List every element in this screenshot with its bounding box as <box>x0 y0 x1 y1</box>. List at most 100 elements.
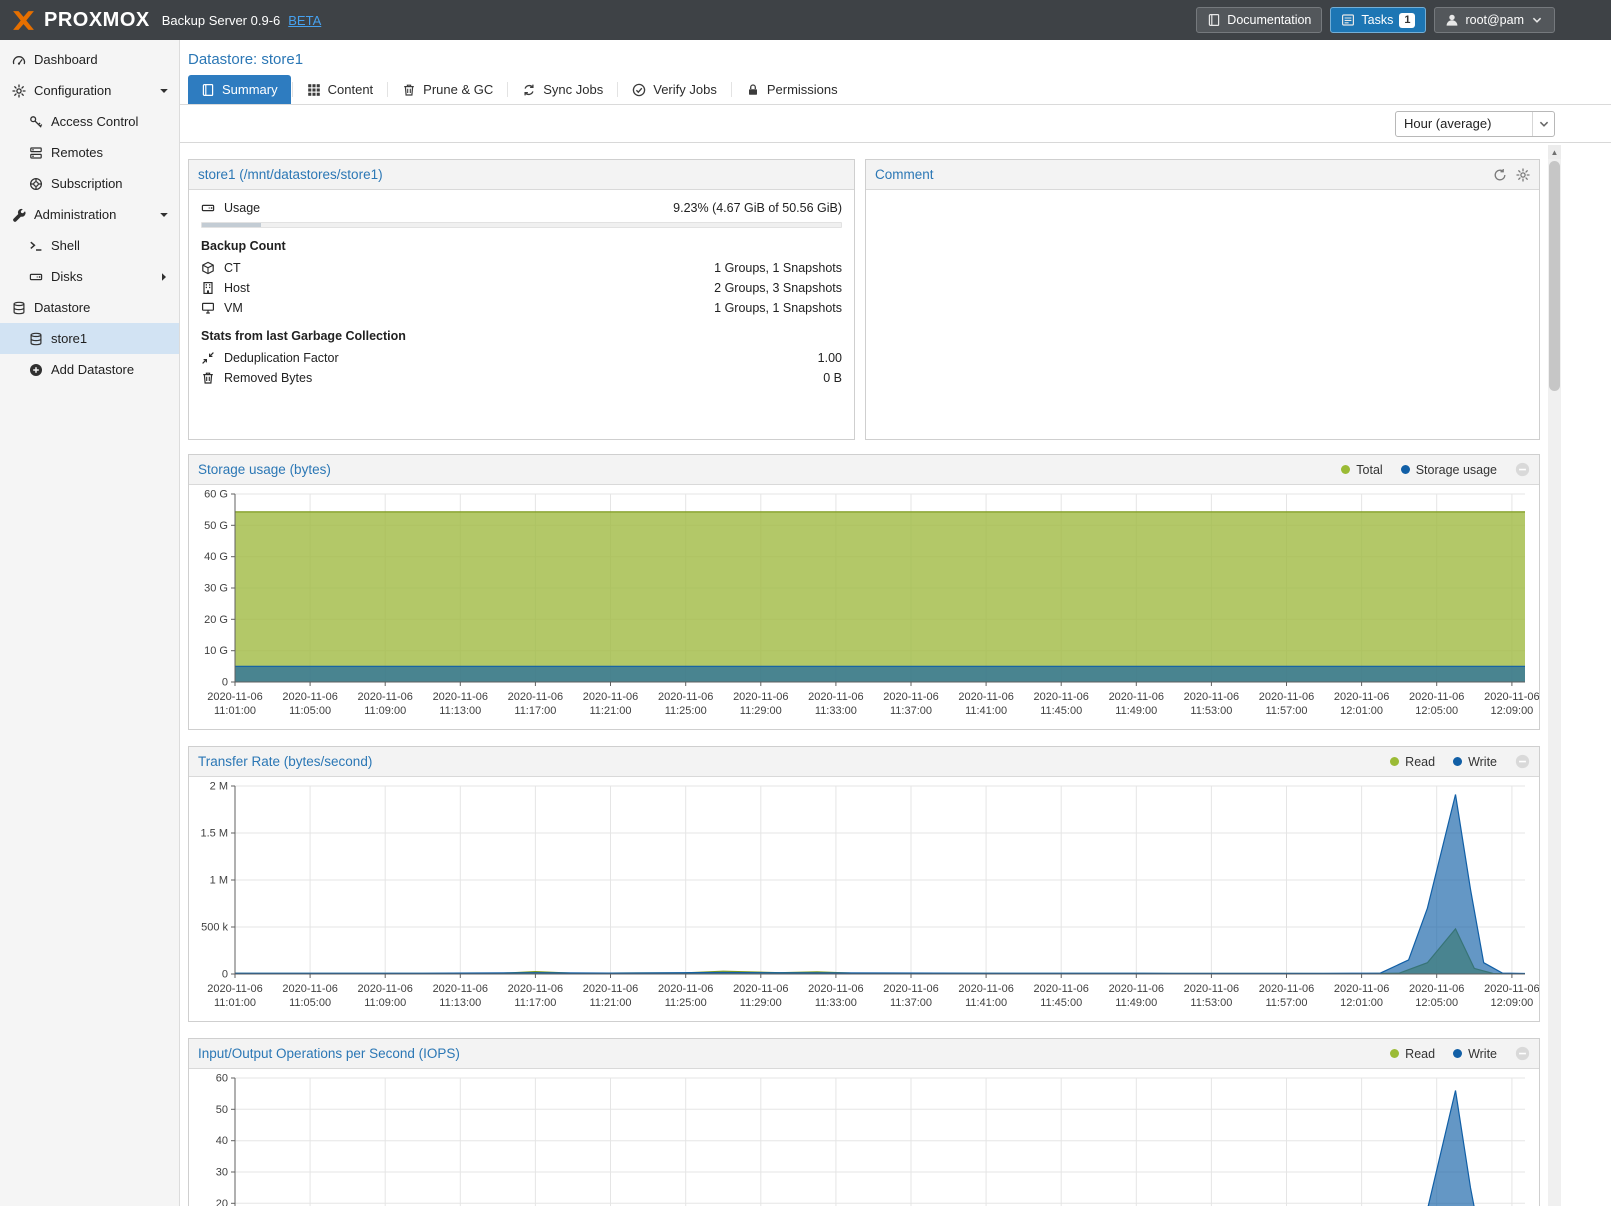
user-menu-button[interactable]: root@pam <box>1434 7 1555 33</box>
tab-sync-jobs[interactable]: Sync Jobs <box>509 75 616 104</box>
reload-icon[interactable] <box>1493 168 1507 182</box>
scrollbar-thumb[interactable] <box>1549 161 1560 391</box>
caret-down-icon <box>1530 13 1544 27</box>
sidebar-item-configuration[interactable]: Configuration <box>0 75 179 106</box>
legend-write[interactable]: Write <box>1453 755 1497 769</box>
svg-text:2020-11-06: 2020-11-06 <box>357 983 412 995</box>
legend-dot-icon <box>1390 757 1399 766</box>
app-root: PROXMOX Backup Server 0.9-6 BETA Documen… <box>0 0 1611 1206</box>
user-label: root@pam <box>1465 13 1524 27</box>
sidebar: Dashboard Configuration Access ControlRemo… <box>0 40 180 1206</box>
summary-row-ct: CT1 Groups, 1 Snapshots <box>201 258 842 278</box>
gear-icon[interactable] <box>1516 168 1530 182</box>
header: PROXMOX Backup Server 0.9-6 BETA Documen… <box>0 0 1611 40</box>
chevron-down-icon[interactable] <box>157 208 171 222</box>
tab-label: Permissions <box>767 82 838 97</box>
svg-text:1.5 M: 1.5 M <box>200 828 228 840</box>
row-label: Host <box>224 281 250 295</box>
summary-row-removed-bytes: Removed Bytes0 B <box>201 368 842 388</box>
beta-link[interactable]: BETA <box>288 13 321 28</box>
legend-total[interactable]: Total <box>1341 463 1382 477</box>
sidebar-item-shell[interactable]: Shell <box>0 230 179 261</box>
tab-separator <box>617 82 618 97</box>
gear-icon <box>12 84 26 98</box>
svg-text:2020-11-06: 2020-11-06 <box>658 691 713 703</box>
sidebar-item-subscription[interactable]: Subscription <box>0 168 179 199</box>
svg-text:2020-11-06: 2020-11-06 <box>1184 983 1239 995</box>
tab-label: Summary <box>222 82 278 97</box>
svg-text:11:29:00: 11:29:00 <box>740 997 782 1009</box>
tab-permissions[interactable]: Permissions <box>733 75 851 104</box>
svg-text:2020-11-06: 2020-11-06 <box>1484 691 1539 703</box>
legend-storage-usage[interactable]: Storage usage <box>1401 463 1497 477</box>
row-value: 0 B <box>823 371 842 385</box>
sidebar-item-label: Disks <box>51 269 83 284</box>
svg-text:12:05:00: 12:05:00 <box>1415 997 1458 1009</box>
chevron-down-icon[interactable] <box>157 84 171 98</box>
legend-write[interactable]: Write <box>1453 1047 1497 1061</box>
row-value: 2 Groups, 3 Snapshots <box>714 281 842 295</box>
legend-read[interactable]: Read <box>1390 1047 1435 1061</box>
chart-panel-header: Storage usage (bytes)TotalStorage usage <box>189 455 1539 485</box>
tab-label: Content <box>328 82 374 97</box>
row-label: VM <box>224 301 243 315</box>
svg-text:1 M: 1 M <box>210 875 228 887</box>
chart-body: 010 G20 G30 G40 G50 G60 G2020-11-0611:01… <box>189 485 1539 729</box>
svg-text:11:21:00: 11:21:00 <box>589 997 631 1009</box>
summary-row-vm: VM1 Groups, 1 Snapshots <box>201 298 842 318</box>
sidebar-item-store1[interactable]: store1 <box>0 323 179 354</box>
minus-circle-icon[interactable] <box>1515 462 1530 477</box>
trash-icon <box>201 371 215 385</box>
sidebar-item-administration[interactable]: Administration <box>0 199 179 230</box>
chevron-down-icon <box>1537 117 1551 131</box>
minus-circle-icon[interactable] <box>1515 1046 1530 1061</box>
vertical-scrollbar[interactable]: ▲ <box>1548 145 1561 1206</box>
main-area: Datastore: store1 SummaryContentPrune & … <box>180 40 1611 1206</box>
svg-text:2020-11-06: 2020-11-06 <box>883 983 938 995</box>
sidebar-item-add-datastore[interactable]: Add Datastore <box>0 354 179 385</box>
svg-text:2020-11-06: 2020-11-06 <box>207 691 262 703</box>
desktop-icon <box>201 301 215 315</box>
documentation-button[interactable]: Documentation <box>1196 7 1322 33</box>
chart-legend: Read Write <box>1390 1046 1530 1061</box>
legend-label: Write <box>1468 1047 1497 1061</box>
svg-text:2020-11-06: 2020-11-06 <box>357 691 412 703</box>
tab-summary[interactable]: Summary <box>188 75 291 104</box>
wrench-icon <box>12 208 26 222</box>
tasks-button[interactable]: Tasks 1 <box>1330 7 1426 33</box>
tab-separator <box>507 82 508 97</box>
chevron-right-icon[interactable] <box>157 270 171 284</box>
charts-container: Storage usage (bytes)TotalStorage usage0… <box>188 454 1540 1206</box>
sidebar-item-disks[interactable]: Disks <box>0 261 179 292</box>
sidebar-item-label: Shell <box>51 238 80 253</box>
datastore-summary-panel: store1 (/mnt/datastores/store1) Usage 9.… <box>188 159 855 440</box>
combo-arrow[interactable] <box>1532 112 1554 136</box>
sidebar-item-dashboard[interactable]: Dashboard <box>0 44 179 75</box>
chart-svg: 010 G20 G30 G40 G50 G60 G2020-11-0611:01… <box>189 486 1539 726</box>
svg-text:60: 60 <box>216 1073 228 1085</box>
tab-bar: Summary Content Prune & GCSync JobsVerify … <box>180 75 1611 105</box>
row-value: 1 Groups, 1 Snapshots <box>714 261 842 275</box>
tab-separator <box>387 82 388 97</box>
tab-prune-gc[interactable]: Prune & GC <box>389 75 506 104</box>
sidebar-item-datastore[interactable]: Datastore <box>0 292 179 323</box>
svg-text:11:45:00: 11:45:00 <box>1040 705 1082 717</box>
sidebar-item-access-control[interactable]: Access Control <box>0 106 179 137</box>
legend-label: Storage usage <box>1416 463 1497 477</box>
sidebar-item-label: Configuration <box>34 83 111 98</box>
svg-text:11:57:00: 11:57:00 <box>1265 705 1307 717</box>
usage-row: Usage 9.23% (4.67 GiB of 50.56 GiB) <box>201 198 842 218</box>
tab-content[interactable]: Content <box>294 75 387 104</box>
legend-read[interactable]: Read <box>1390 755 1435 769</box>
svg-text:2020-11-06: 2020-11-06 <box>1033 983 1088 995</box>
tab-verify-jobs[interactable]: Verify Jobs <box>619 75 730 104</box>
svg-text:2020-11-06: 2020-11-06 <box>1259 983 1314 995</box>
comment-panel-body[interactable] <box>866 190 1539 439</box>
chart-panel-header: Transfer Rate (bytes/second)ReadWrite <box>189 747 1539 777</box>
time-range-select[interactable]: Hour (average) <box>1395 111 1555 137</box>
svg-text:11:21:00: 11:21:00 <box>589 705 631 717</box>
sidebar-item-remotes[interactable]: Remotes <box>0 137 179 168</box>
minus-circle-icon[interactable] <box>1515 754 1530 769</box>
svg-text:2020-11-06: 2020-11-06 <box>583 983 638 995</box>
scrollbar-up-arrow[interactable]: ▲ <box>1548 145 1561 159</box>
